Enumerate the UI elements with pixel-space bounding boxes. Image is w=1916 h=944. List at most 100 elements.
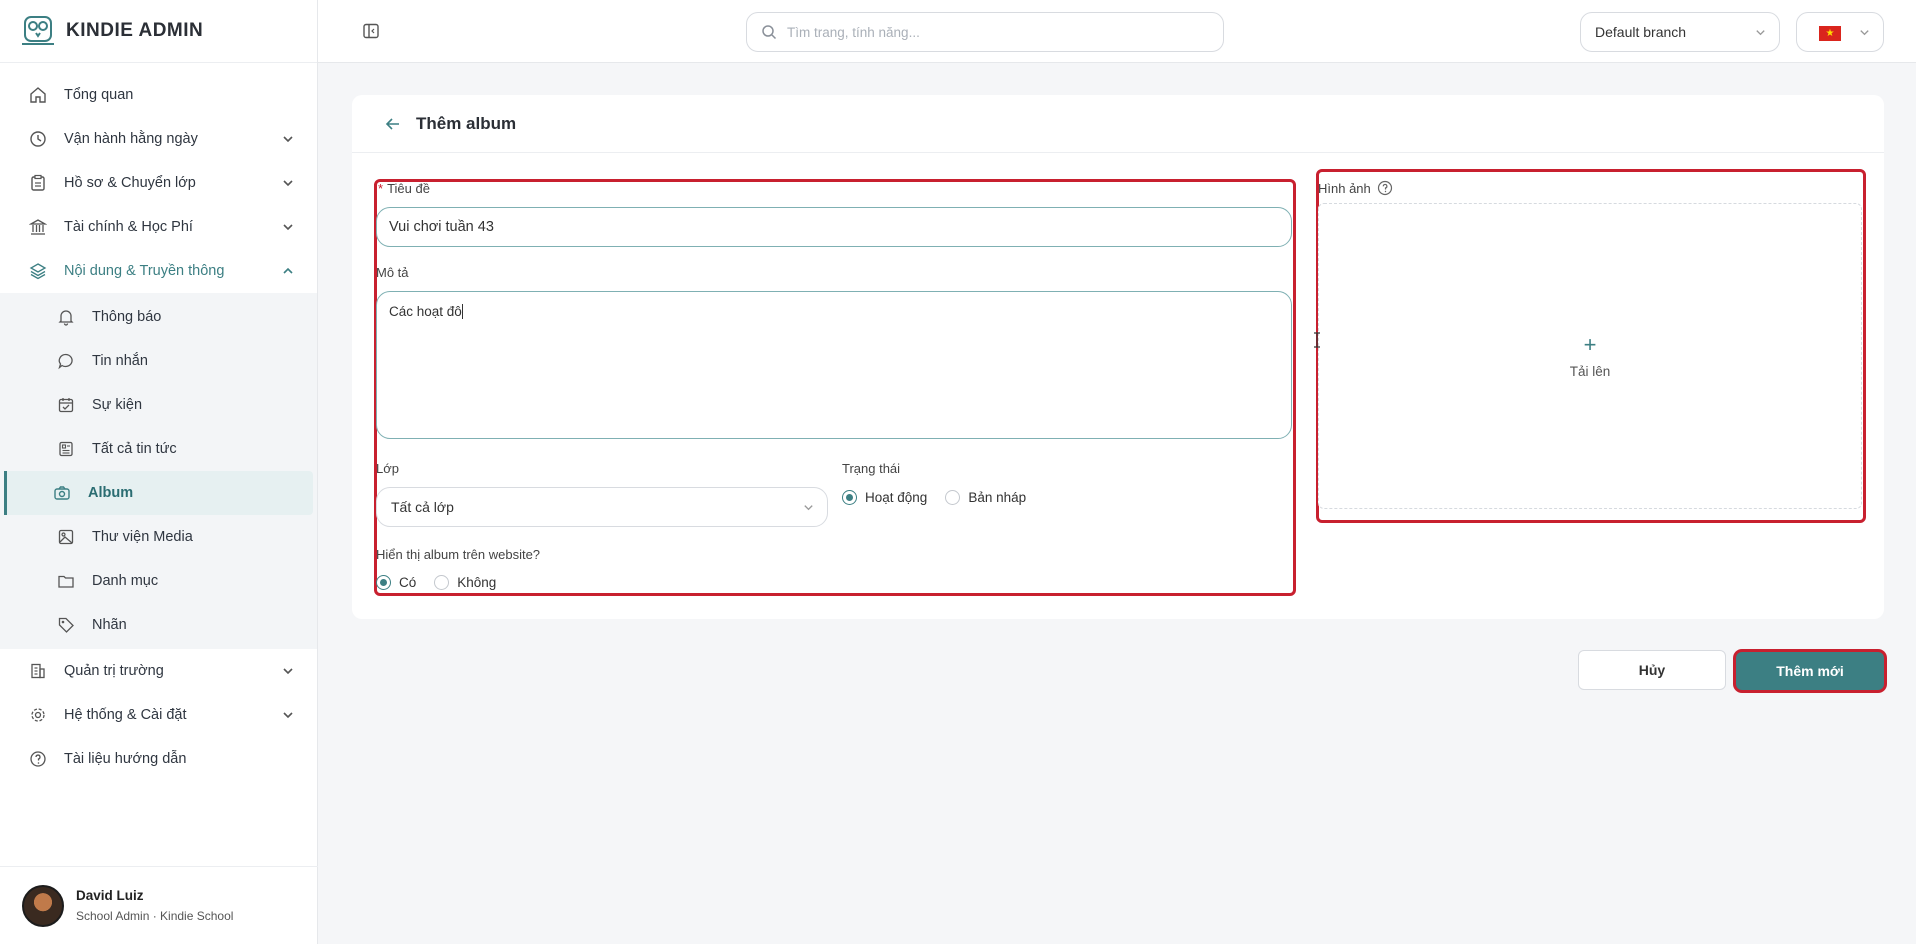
chevron-down-icon xyxy=(283,136,293,143)
chevron-down-icon xyxy=(1756,30,1765,36)
sidebar-item-nhan[interactable]: Nhãn xyxy=(4,603,313,647)
folder-icon xyxy=(56,571,76,591)
chevron-up-icon xyxy=(283,267,293,274)
tag-icon xyxy=(56,615,76,635)
image-label-text: Hình ảnh xyxy=(1318,180,1371,196)
nav-item-tai-chinh[interactable]: Tài chính & Học Phí xyxy=(0,205,317,249)
nav-item-ho-so[interactable]: Hồ sơ & Chuyển lớp xyxy=(0,161,317,205)
image-icon xyxy=(56,527,76,547)
chevron-down-icon xyxy=(283,224,293,231)
title-input[interactable]: Vui chơi tuần 43 xyxy=(376,207,1292,247)
sidebar-item-thong-bao[interactable]: Thông báo xyxy=(4,295,313,339)
clock-icon xyxy=(28,129,48,149)
description-label: Mô tả xyxy=(376,265,409,280)
brand[interactable]: KINDIE ADMIN xyxy=(0,0,317,63)
building-icon xyxy=(28,661,48,681)
nav-item-label: Vận hành hằng ngày xyxy=(64,131,198,147)
website-option-label: Có xyxy=(399,575,417,590)
branch-value: Default branch xyxy=(1595,24,1687,40)
nav-item-quan-tri[interactable]: Quản trị trường xyxy=(0,649,317,693)
chevron-down-icon xyxy=(804,505,813,511)
nav-item-noi-dung[interactable]: Nội dung & Truyền thông xyxy=(0,249,317,293)
nav-item-tai-lieu[interactable]: Tài liệu hướng dẫn xyxy=(0,737,317,781)
sidebar-item-label: Thư viện Media xyxy=(92,529,193,545)
status-label: Trạng thái xyxy=(842,461,901,476)
nav-item-label: Quản trị trường xyxy=(64,663,164,679)
sidebar-item-tin-tuc[interactable]: Tất cả tin tức xyxy=(4,427,313,471)
sidebar-item-su-kien[interactable]: Sự kiện xyxy=(4,383,313,427)
radio-checked[interactable] xyxy=(842,490,857,505)
image-label: Hình ảnh xyxy=(1318,180,1393,196)
class-select[interactable]: Tất cả lớp xyxy=(376,487,828,527)
submit-button[interactable]: Thêm mới xyxy=(1736,652,1884,690)
title-label: * Tiêu đề xyxy=(378,181,430,196)
user-profile[interactable]: David Luiz School Admin · Kindie School xyxy=(0,866,318,944)
sidebar-item-danh-muc[interactable]: Danh mục xyxy=(4,559,313,603)
vietnam-flag-icon: ★ xyxy=(1819,26,1841,41)
nav-item-he-thong[interactable]: Hệ thống & Cài đặt xyxy=(0,693,317,737)
website-option-no[interactable]: Không xyxy=(434,575,496,590)
brand-name: KINDIE ADMIN xyxy=(66,20,204,41)
description-textarea[interactable]: Các hoạt đô xyxy=(376,291,1292,439)
nav-item-label: Hồ sơ & Chuyển lớp xyxy=(64,175,196,191)
avatar xyxy=(22,884,64,927)
chevron-down-icon xyxy=(283,668,293,675)
sidebar-item-label: Thông báo xyxy=(92,309,162,325)
layers-icon xyxy=(28,261,48,281)
radio-unchecked[interactable] xyxy=(434,575,450,590)
sidebar-item-label: Tất cả tin tức xyxy=(92,441,177,457)
arrow-left-icon[interactable] xyxy=(384,115,402,133)
album-form-card: Thêm album * Tiêu đề Vui chơi tuần 43 Mô … xyxy=(352,95,1884,619)
chevron-down-icon xyxy=(1860,30,1869,36)
sidebar-item-label: Tin nhắn xyxy=(92,353,148,369)
language-select[interactable]: ★ xyxy=(1796,12,1884,52)
nav-item-label: Tài liệu hướng dẫn xyxy=(64,751,187,767)
question-circle-icon[interactable] xyxy=(1377,180,1393,196)
card-header: Thêm album xyxy=(352,95,1884,153)
radio-unchecked[interactable] xyxy=(945,490,961,505)
image-upload-dropzone[interactable]: + Tải lên xyxy=(1318,203,1862,509)
nav-item-van-hanh[interactable]: Vận hành hằng ngày xyxy=(0,117,317,161)
text-cursor-icon xyxy=(1314,332,1320,348)
search-icon xyxy=(762,25,777,40)
chevron-down-icon xyxy=(283,712,293,719)
website-option-yes[interactable]: Có xyxy=(376,575,416,590)
nav-item-tong-quan[interactable]: Tổng quan xyxy=(0,73,317,117)
message-icon xyxy=(56,351,76,371)
search-box[interactable] xyxy=(746,12,1224,52)
sidebar-item-label: Album xyxy=(88,485,134,501)
sidebar: KINDIE ADMIN Tổng quan Vận hành hằng ngà… xyxy=(0,0,318,944)
status-option-label: Hoạt động xyxy=(865,490,928,505)
status-radio-group: Hoạt động Bản nháp xyxy=(842,490,1044,505)
sidebar-item-album[interactable]: Album xyxy=(4,471,313,515)
radio-checked[interactable] xyxy=(376,575,391,590)
website-option-label: Không xyxy=(457,575,497,590)
topbar: Default branch ★ xyxy=(318,0,1916,63)
plus-icon: + xyxy=(1583,331,1597,357)
sidebar-toggle-icon[interactable] xyxy=(362,22,380,40)
cancel-button[interactable]: Hủy xyxy=(1578,650,1726,690)
text-caret xyxy=(461,304,463,319)
description-value: Các hoạt đô xyxy=(389,304,462,319)
sidebar-item-thu-vien-media[interactable]: Thư viện Media xyxy=(4,515,313,559)
camera-icon xyxy=(52,483,72,503)
gear-icon xyxy=(28,705,48,725)
status-option-draft[interactable]: Bản nháp xyxy=(945,490,1026,505)
search-input[interactable] xyxy=(787,24,1187,40)
nav-item-label: Nội dung & Truyền thông xyxy=(64,263,225,279)
class-label: Lớp xyxy=(376,461,399,476)
page-title: Thêm album xyxy=(416,113,517,133)
branch-select[interactable]: Default branch xyxy=(1580,12,1780,52)
main-nav: Tổng quan Vận hành hằng ngày Hồ sơ & Chu… xyxy=(0,63,317,781)
chevron-down-icon xyxy=(283,180,293,187)
home-icon xyxy=(28,85,48,105)
website-radio-group: Có Không xyxy=(376,575,514,590)
title-label-text: Tiêu đề xyxy=(387,181,430,196)
nav-item-label: Tổng quan xyxy=(64,87,134,103)
website-label: Hiển thị album trên website? xyxy=(376,547,541,562)
sidebar-item-tin-nhan[interactable]: Tin nhắn xyxy=(4,339,313,383)
user-name: David Luiz xyxy=(76,888,144,903)
sidebar-item-label: Danh mục xyxy=(92,573,159,589)
status-option-active[interactable]: Hoạt động xyxy=(842,490,927,505)
user-role: School Admin · Kindie School xyxy=(76,909,234,923)
